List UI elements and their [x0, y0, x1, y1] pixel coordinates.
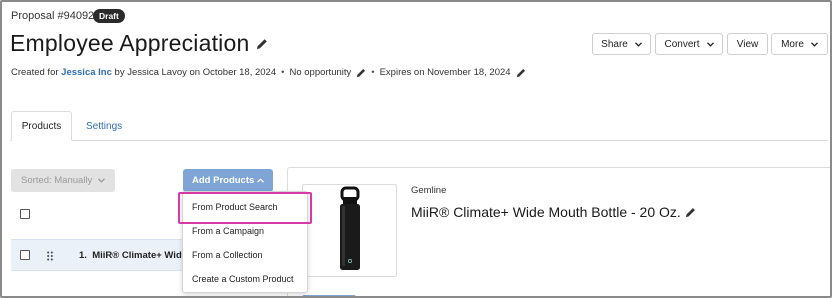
share-label: Share	[601, 38, 628, 50]
pencil-icon[interactable]	[516, 68, 526, 78]
convert-button[interactable]: Convert	[655, 33, 723, 55]
tab-products[interactable]: Products	[11, 111, 72, 141]
client-link[interactable]: Jessica Inc	[61, 67, 112, 78]
add-products-label: Add Products	[192, 175, 255, 186]
add-products-button[interactable]: Add Products	[183, 169, 273, 192]
proposal-meta: Created for Jessica Inc by Jessica Lavoy…	[11, 67, 526, 78]
created-for-label: Created for	[11, 67, 59, 78]
pencil-icon[interactable]	[256, 38, 268, 50]
proposal-id: Proposal #940921	[11, 10, 101, 22]
chevron-down-icon	[98, 178, 105, 183]
row-index: 1.	[79, 250, 87, 261]
pencil-icon[interactable]	[356, 68, 366, 78]
created-by-text: by Jessica Lavoy on October 18, 2024	[114, 67, 277, 78]
separator-dot: •	[371, 67, 375, 78]
chevron-down-icon	[706, 41, 714, 47]
tab-settings[interactable]: Settings	[86, 121, 122, 132]
chevron-down-icon	[810, 41, 818, 47]
app-window: Proposal #940921 Draft Employee Apprecia…	[0, 0, 832, 298]
select-all-checkbox[interactable]	[20, 209, 30, 219]
status-badge: Draft	[93, 9, 125, 23]
more-button[interactable]: More	[771, 33, 828, 55]
bottle-image	[340, 186, 360, 270]
view-button[interactable]: View	[727, 33, 768, 55]
share-button[interactable]: Share	[592, 33, 651, 55]
row-checkbox[interactable]	[20, 250, 30, 260]
drag-handle-icon[interactable]	[47, 251, 53, 261]
chevron-up-icon	[257, 178, 264, 183]
product-brand: Gemline	[411, 185, 447, 196]
menu-item-from-collection[interactable]: From a Collection	[183, 243, 307, 267]
chevron-down-icon	[634, 41, 642, 47]
sort-label: Sorted: Manually	[21, 175, 93, 186]
more-label: More	[781, 38, 804, 50]
page-title: Employee Appreciation	[10, 30, 250, 56]
menu-item-from-product-search[interactable]: From Product Search	[183, 195, 307, 219]
pencil-icon[interactable]	[685, 207, 696, 218]
expires-text: Expires on November 18, 2024	[379, 67, 511, 78]
product-name: MiiR® Climate+ Wide Mouth Bottle - 20 Oz…	[411, 204, 681, 220]
convert-label: Convert	[664, 38, 700, 50]
add-products-menu: From Product Search From a Campaign From…	[182, 191, 308, 293]
menu-item-from-campaign[interactable]: From a Campaign	[183, 219, 307, 243]
product-image	[302, 184, 397, 277]
view-label: View	[736, 38, 759, 50]
tab-products-label: Products	[21, 120, 62, 132]
row-name: MiiR® Climate+ Wide	[92, 250, 188, 261]
row-product-name: 1. MiiR® Climate+ Wide	[79, 250, 187, 261]
opportunity-text: No opportunity	[289, 67, 352, 78]
menu-item-create-custom-product[interactable]: Create a Custom Product	[183, 267, 307, 291]
tabs-divider	[10, 140, 828, 141]
sort-dropdown-button[interactable]: Sorted: Manually	[11, 169, 115, 192]
separator-dot: •	[281, 67, 285, 78]
